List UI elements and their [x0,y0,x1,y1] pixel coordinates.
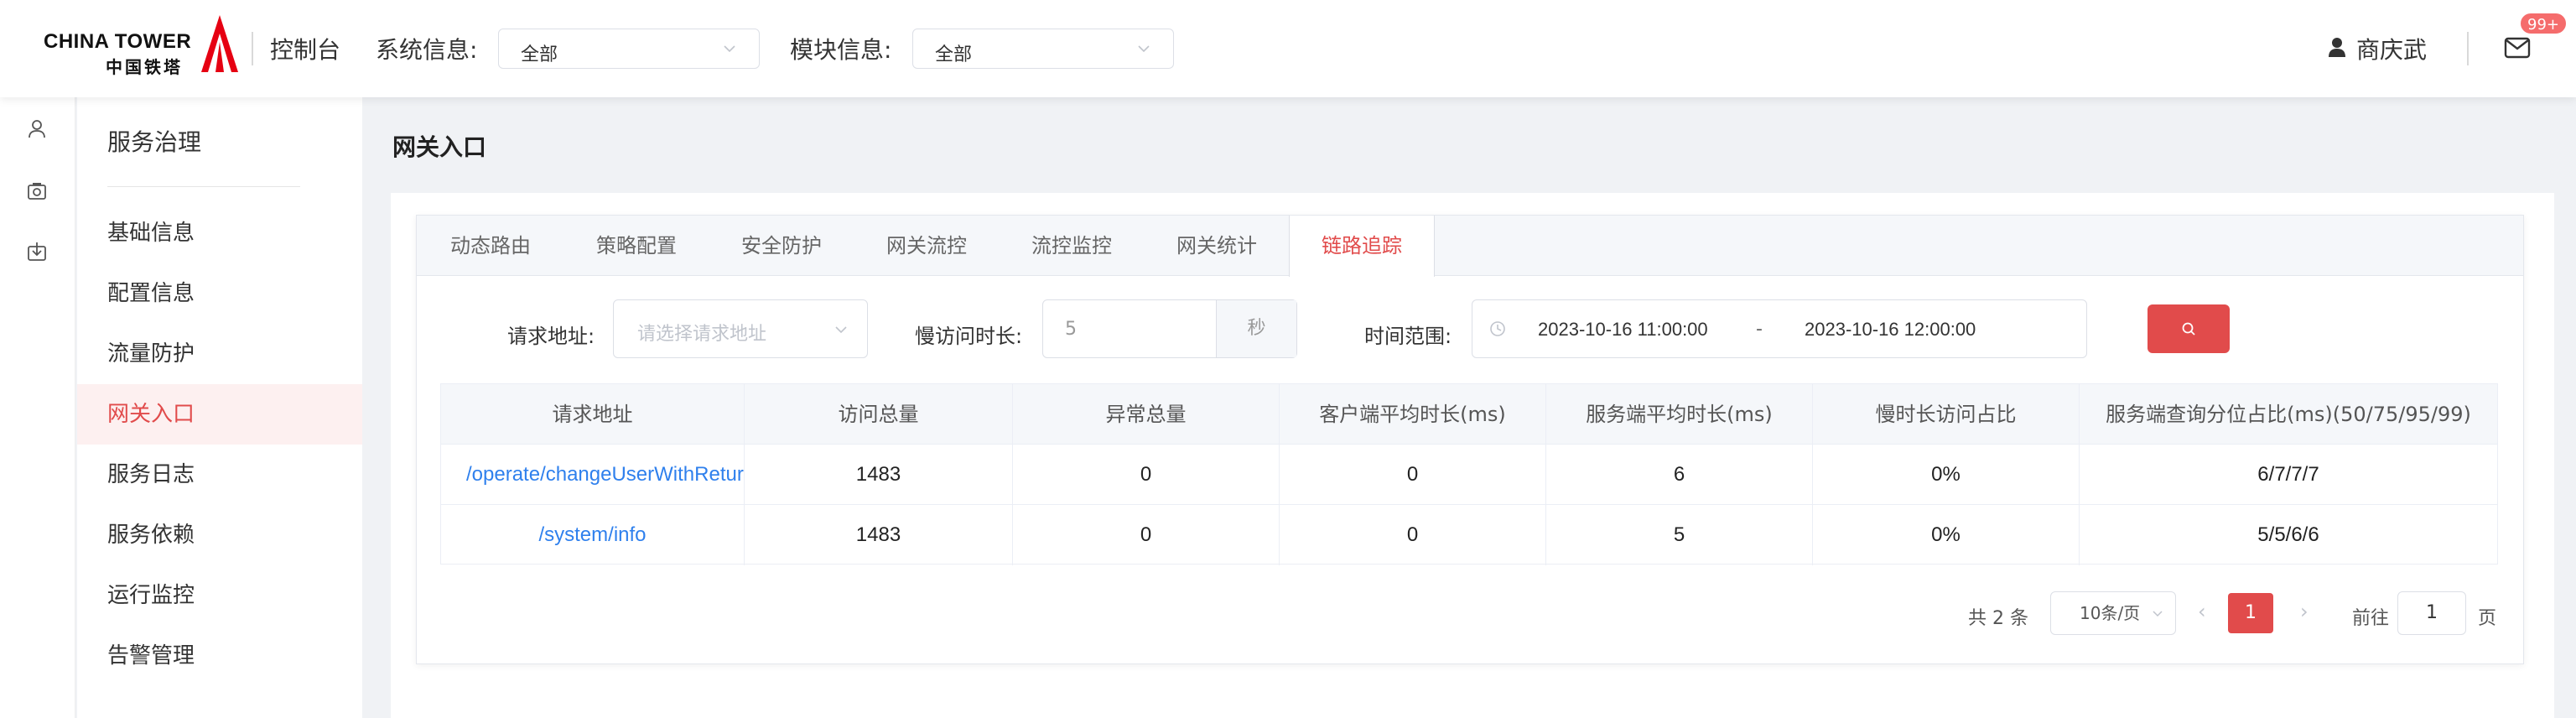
table-cell: 1483 [745,445,1013,505]
time-range-separator: - [1756,319,1763,340]
clock-icon [1490,321,1505,336]
tab-gateway-flow-control[interactable]: 网关流控 [854,216,999,276]
system-info-value: 全部 [521,44,558,65]
slow-duration-label: 慢访问时长: [915,325,1023,348]
tab-gateway-statistics[interactable]: 网关统计 [1145,216,1289,276]
sidebar-item-alert-management[interactable]: 告警管理 [77,626,362,686]
chevron-down-icon [835,326,847,334]
camera-icon[interactable] [25,180,49,203]
table-cell: 5/5/6/6 [2257,523,2319,546]
menu-title: 服务治理 [107,128,202,156]
page-size-select[interactable]: 10条/页 [2050,591,2176,635]
top-header: CHINA TOWER 中国铁塔 控制台 系统信息: 全部 模块信息: 全部 商… [0,0,2576,97]
table-cell-request-address[interactable]: /operate/changeUserWithReturn [441,445,745,505]
time-end[interactable]: 2023-10-16 12:00:00 [1805,319,1976,341]
module-info-label: 模块信息: [790,36,892,64]
sidebar-item-basic-info[interactable]: 基础信息 [77,203,362,263]
search-icon [2182,322,2195,336]
goto-label: 前往 [2352,608,2390,629]
person-icon[interactable] [25,117,49,141]
sidebar-item-service-log[interactable]: 服务日志 [77,445,362,505]
tab-bar: 动态路由 策略配置 安全防护 网关流控 流控监控 网关统计 链路追踪 [417,216,2523,277]
search-button[interactable] [2148,304,2230,353]
column-header-total-visits: 访问总量 [745,384,1013,445]
request-address-placeholder: 请选择请求地址 [637,324,767,345]
module-info-select[interactable]: 全部 [912,29,1174,69]
column-header-percentiles: 服务端查询分位占比(ms)(50/75/95/99) [2080,384,2497,445]
table-cell: 0% [1813,505,2080,565]
package-icon[interactable] [25,240,49,263]
column-header-total-errors: 异常总量 [1013,384,1280,445]
system-info-select[interactable]: 全部 [498,29,760,69]
table-cell: 0 [1013,445,1280,505]
next-page-button[interactable]: › [2300,600,2309,623]
time-start[interactable]: 2023-10-16 11:00:00 [1538,319,1708,341]
sidebar-item-runtime-monitor[interactable]: 运行监控 [77,565,362,626]
request-address-label: 请求地址: [507,325,595,348]
slow-duration-input[interactable]: 5 秒 [1042,299,1297,358]
side-menu: 服务治理 基础信息 配置信息 流量防护 网关入口 服务日志 服务依赖 运行监控 … [77,97,362,718]
table-cell: 0 [1280,505,1546,565]
sidebar-item-traffic-protection[interactable]: 流量防护 [77,324,362,384]
table-cell: 0 [1280,445,1546,505]
column-header-slow-ratio: 慢时长访问占比 [1813,384,2080,445]
slow-duration-unit: 秒 [1216,300,1296,357]
slow-duration-value: 5 [1065,319,1077,340]
time-range-label: 时间范围: [1364,325,1452,348]
page-title: 网关入口 [392,133,487,161]
tab-trace[interactable]: 链路追踪 [1289,216,1435,277]
console-label[interactable]: 控制台 [270,32,340,65]
tab-strategy-config[interactable]: 策略配置 [564,216,709,276]
logo-text-en: CHINA TOWER [44,30,192,53]
sidebar-item-gateway-entry[interactable]: 网关入口 [77,384,362,445]
goto-page-input[interactable]: 1 [2397,591,2466,635]
table-cell-request-address[interactable]: /system/info [441,505,745,565]
time-range-picker[interactable]: 2023-10-16 11:00:00 - 2023-10-16 12:00:0… [1472,299,2087,358]
tab-security-protection[interactable]: 安全防护 [709,216,854,276]
column-header-client-avg: 客户端平均时长(ms) [1280,384,1546,445]
chevron-down-icon [1138,45,1150,53]
table-cell: 6/7/7/7 [2080,445,2497,505]
table-cell: 5 [1546,505,1813,565]
user-icon [2329,38,2345,57]
system-info-label: 系统信息: [376,36,478,64]
header-divider [252,32,253,65]
table-cell: 0% [1813,445,2080,505]
trace-table: 请求地址 访问总量 异常总量 客户端平均时长(ms) 服务端平均时长(ms) 慢… [440,383,2498,565]
header-divider [2467,32,2469,65]
tab-panel: 动态路由 策略配置 安全防护 网关流控 流控监控 网关统计 链路追踪 请求地址:… [416,215,2524,664]
table-cell: 0 [1013,505,1280,565]
page-size-value: 10条/页 [2080,603,2141,623]
column-header-server-avg: 服务端平均时长(ms) [1546,384,1813,445]
pagination-total: 共 2 条 [1968,608,2028,629]
tab-dynamic-route[interactable]: 动态路由 [417,216,564,276]
sidebar-item-service-dependency[interactable]: 服务依赖 [77,505,362,565]
tab-flow-monitor[interactable]: 流控监控 [999,216,1145,276]
icon-rail [0,97,75,718]
request-address-select[interactable]: 请选择请求地址 [613,299,868,358]
column-header-request-address: 请求地址 [441,384,745,445]
chevron-down-icon [724,45,735,53]
table-cell: 6 [1546,445,1813,505]
mail-icon[interactable] [2504,37,2531,59]
table-cell: 1483 [745,505,1013,565]
page-unit-label: 页 [2478,608,2497,629]
sidebar-item-config-info[interactable]: 配置信息 [77,263,362,324]
page-number-current[interactable]: 1 [2228,593,2273,633]
notification-badge: 99+ [2519,12,2568,35]
china-tower-logo[interactable]: CHINA TOWER 中国铁塔 [44,13,242,77]
tower-logo-icon [201,15,238,72]
chevron-down-icon [2153,611,2163,617]
prev-page-button[interactable]: ‹ [2198,600,2206,623]
logo-text-cn: 中国铁塔 [106,57,183,77]
user-name[interactable]: 商庆武 [2356,32,2427,65]
module-info-value: 全部 [935,44,973,65]
menu-divider [107,186,300,187]
